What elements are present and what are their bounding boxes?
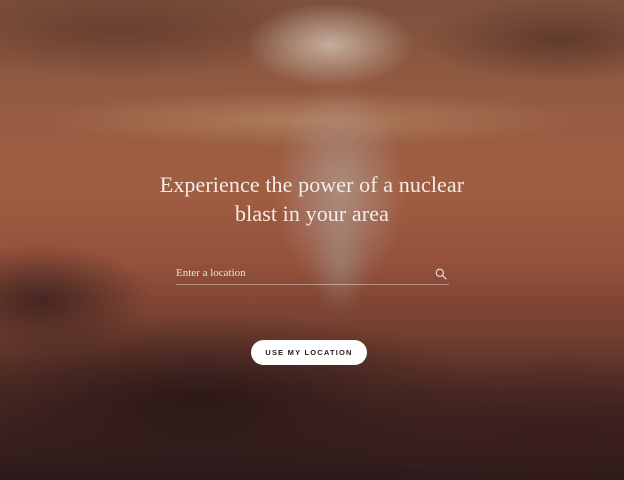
use-my-location-button[interactable]: USE MY LOCATION [251, 340, 367, 365]
hero-headline-line-1: Experience the power of a nuclear [159, 172, 465, 197]
hero-headline-line-2: blast in your area [235, 201, 389, 226]
location-search-input[interactable] [176, 264, 426, 282]
hero-headline: Experience the power of a nuclear blast … [112, 170, 512, 228]
location-search [176, 262, 449, 285]
search-icon-graphic [435, 268, 447, 280]
page: Experience the power of a nuclear blast … [0, 0, 624, 480]
search-icon[interactable] [435, 267, 447, 280]
hero-section: Experience the power of a nuclear blast … [0, 0, 624, 480]
